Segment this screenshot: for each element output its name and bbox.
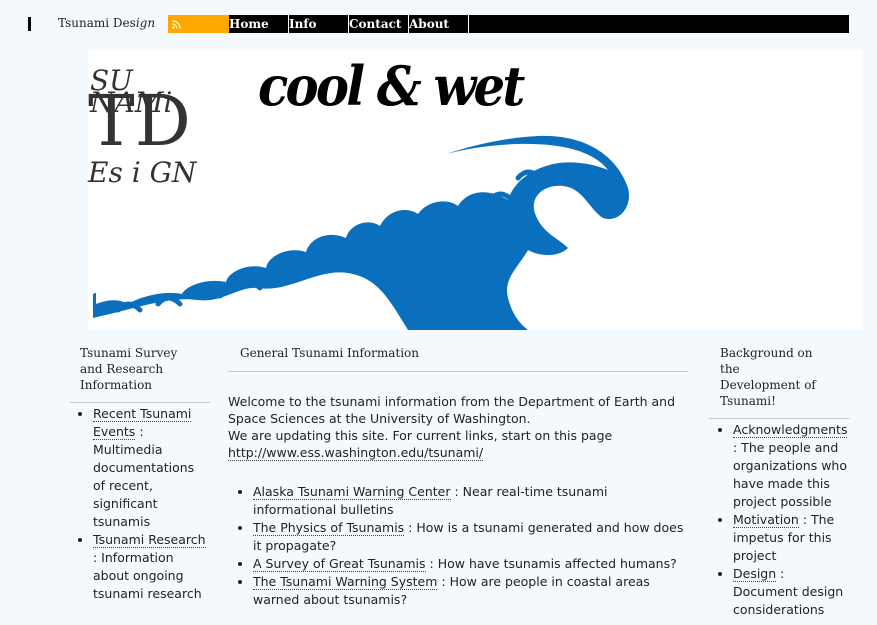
list-item: A Survey of Great Tsunamis : How have ts…: [253, 555, 688, 573]
design-link[interactable]: Design: [733, 566, 777, 582]
warning-system-link[interactable]: The Tsunami Warning System: [253, 574, 438, 590]
right-sidebar: Background on the Development of Tsunami…: [709, 345, 849, 619]
right-divider: [709, 418, 849, 419]
survey-great-tsunamis-link[interactable]: A Survey of Great Tsunamis: [253, 556, 426, 572]
motivation-link[interactable]: Motivation: [733, 512, 799, 528]
nav-info[interactable]: Info: [289, 15, 349, 33]
update-text: We are updating this site. For current l…: [228, 428, 613, 443]
rss-button[interactable]: [168, 15, 229, 33]
header-banner: SU NAMi TD Es i GN cool & wet: [88, 50, 863, 330]
ess-tsunami-link[interactable]: http://www.ess.washington.edu/tsunami/: [228, 445, 484, 461]
right-heading: Background on the Development of Tsunami…: [720, 346, 816, 408]
left-divider: [70, 402, 210, 403]
list-item: Recent Tsunami Events : Multimedia docum…: [93, 405, 210, 531]
list-item: Tsunami Research : Information about ong…: [93, 531, 210, 603]
nav-contact[interactable]: Contact: [349, 15, 409, 33]
nav-home[interactable]: Home: [229, 15, 289, 33]
left-heading: Tsunami Survey and Research Information: [80, 346, 178, 392]
main-content: General Tsunami Information Welcome to t…: [228, 345, 688, 609]
list-item: Design : Document design considerations: [733, 565, 849, 619]
acknowledgments-link[interactable]: Acknowledgments: [733, 422, 848, 438]
main-nav: Home Info Contact About: [229, 15, 849, 33]
list-item: The Physics of Tsunamis : How is a tsuna…: [253, 519, 688, 555]
nav-about[interactable]: About: [409, 15, 469, 33]
list-item: Acknowledgments : The people and organiz…: [733, 421, 849, 511]
list-item: Alaska Tsunami Warning Center : Near rea…: [253, 483, 688, 519]
main-divider: [228, 371, 688, 372]
rss-feed-icon: [172, 20, 181, 29]
list-item: Motivation : The impetus for this projec…: [733, 511, 849, 565]
alaska-warning-center-link[interactable]: Alaska Tsunami Warning Center: [253, 484, 451, 500]
tsunami-research-link[interactable]: Tsunami Research: [93, 532, 206, 548]
list-item: The Tsunami Warning System : How are peo…: [253, 573, 688, 609]
left-sidebar: Tsunami Survey and Research Information …: [70, 345, 210, 603]
site-title: Tsunami Design: [58, 16, 156, 30]
wave-illustration: [93, 135, 629, 330]
tagline: cool & wet: [258, 54, 525, 118]
physics-of-tsunamis-link[interactable]: The Physics of Tsunamis: [253, 520, 405, 536]
intro-text: Welcome to the tsunami information from …: [228, 394, 676, 426]
title-marker: [28, 17, 31, 31]
main-heading: General Tsunami Information: [240, 346, 420, 360]
